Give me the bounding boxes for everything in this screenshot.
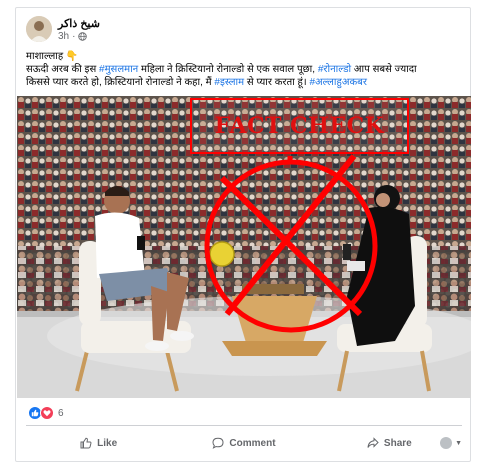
avatar-image	[26, 16, 52, 42]
like-label: Like	[97, 437, 118, 449]
caret-down-icon: ▼	[455, 439, 462, 447]
comment-icon	[212, 437, 224, 449]
comment-label: Comment	[229, 437, 276, 449]
post-text-line: माशाल्लाह 👇	[26, 50, 466, 63]
share-label: Share	[383, 437, 412, 449]
reaction-count: 6	[58, 407, 64, 419]
fact-check-box: FACT CHECK	[190, 98, 409, 154]
post-text-segment: से प्यार करता हूं।	[244, 77, 310, 88]
post-card: شیخ ذاکر 3h · माशाल्लाह 👇 सऊदी अरब की इस …	[15, 7, 471, 462]
author-avatar[interactable]	[26, 16, 52, 42]
post-text-line: सऊदी अरब की इस #मुसलमान महिला ने क्रिस्ट…	[26, 63, 466, 76]
post-time[interactable]: 3h	[58, 31, 69, 42]
audience-selector[interactable]: ▼	[440, 430, 462, 456]
hashtag-link[interactable]: #रोनाल्डो	[318, 64, 351, 75]
fact-check-label: FACT CHECK	[214, 113, 385, 139]
action-bar: Like Comment Share ▼	[26, 430, 462, 456]
comment-button[interactable]: Comment	[171, 430, 316, 456]
like-button[interactable]: Like	[26, 430, 171, 456]
post-text-segment: आप सबसे ज्यादा	[351, 64, 417, 75]
post-text-segment: महिला ने क्रिस्टियानो रोनाल्डो से एक सवा…	[138, 64, 318, 75]
hashtag-link[interactable]: #मुसलमान	[99, 64, 138, 75]
post-meta: 3h ·	[58, 31, 88, 42]
post-text: माशाल्लाह 👇 सऊदी अरब की इस #मुसलमान महिला…	[26, 50, 466, 89]
thumbs-up-icon	[80, 437, 92, 449]
hashtag-link[interactable]: #अल्लाहुअकबर	[309, 77, 367, 88]
love-icon	[40, 406, 54, 420]
hashtag-link[interactable]: #इस्लाम	[214, 77, 244, 88]
post-text-line: किससे प्यार करते हो, क्रिस्टियानो रोनाल्…	[26, 76, 466, 89]
post-text-segment: सऊदी अरब की इस	[26, 64, 100, 75]
globe-icon	[78, 32, 88, 41]
post-photo[interactable]: FACT CHECK	[17, 96, 471, 398]
reactions-summary[interactable]: 6	[28, 406, 64, 420]
post-text-segment: किससे प्यार करते हो, क्रिस्टियानो रोनाल्…	[26, 77, 215, 88]
viewer-avatar	[440, 437, 453, 449]
author-name[interactable]: شیخ ذاکر	[58, 17, 100, 30]
share-icon	[367, 437, 379, 448]
post-text-segment: माशाल्लाह 👇	[26, 51, 79, 62]
actions-divider	[26, 425, 462, 426]
